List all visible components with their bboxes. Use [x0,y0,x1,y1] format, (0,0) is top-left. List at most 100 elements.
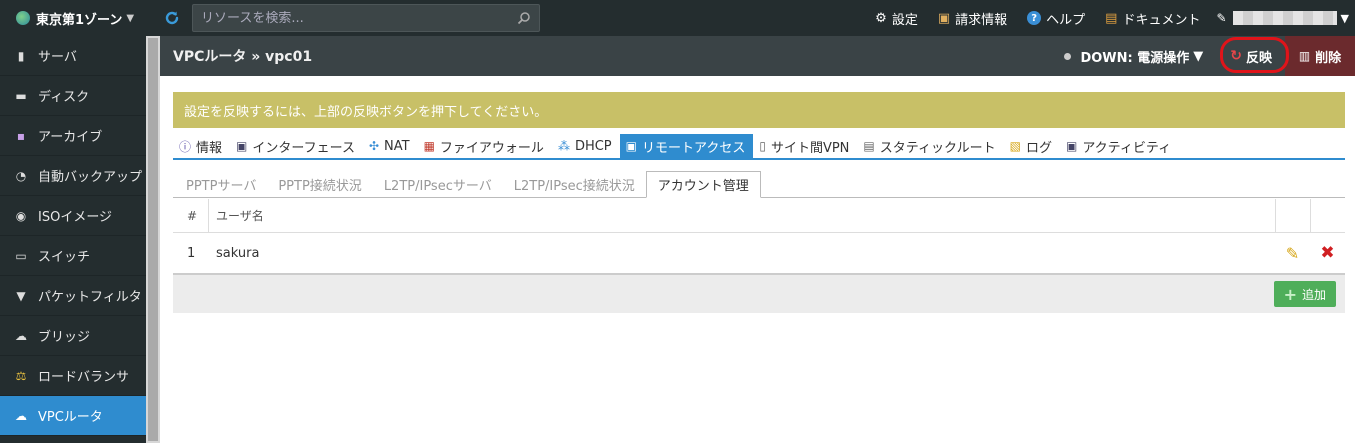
sidebar-scrollbar[interactable] [146,36,160,443]
sidebar-item-label: ディスク [38,90,90,105]
sidebar-item-label: VPCルータ [38,410,103,425]
tab-nat[interactable]: ✣ NAT [363,134,418,158]
sidebar-item-iso[interactable]: ◉ ISOイメージ [0,196,146,236]
subtab-l2tp-server[interactable]: L2TP/IPsecサーバ [373,172,503,197]
help-link[interactable]: ? ヘルプ [1027,9,1085,28]
add-label: 追加 [1301,287,1326,302]
sidebar-item-label: ロードバランサ [38,370,130,385]
remote-access-subtabs: PPTPサーバ PPTP接続状況 L2TP/IPsecサーバ L2TP/IPse… [173,171,1345,198]
tab-activity[interactable]: ▣ アクティビティ [1060,134,1179,158]
settings-link[interactable]: ⚙ 設定 [875,9,918,28]
refresh-button[interactable] [152,10,192,26]
billing-link[interactable]: ▣ 請求情報 [938,9,1007,28]
interface-icon: ▣ [236,139,248,153]
resource-header: VPCルータ » vpc01 DOWN: 電源操作 ▼ ↻ 反映 ▥ 削除 [160,36,1355,76]
vpc-router-icon: ☁ [15,408,27,423]
subtab-account-management[interactable]: アカウント管理 [645,171,761,198]
sidebar: ▮ サーバ ▬ ディスク ▪ アーカイブ ◔ 自動バックアップ ◉ ISOイメージ ▭ スイ… [0,36,146,443]
info-icon: ⓘ [179,139,192,154]
sidebar-item-disk[interactable]: ▬ ディスク [0,76,146,116]
firewall-icon: ▦ [423,139,435,153]
top-links: ⚙ 設定 ▣ 請求情報 ? ヘルプ ▤ ドキュメント ✎ ▼ [855,0,1355,36]
tab-info[interactable]: ⓘ 情報 [173,134,230,158]
tab-label: スタティックルート [879,140,996,156]
pencil-icon: ✎ [1285,243,1300,263]
billing-label: 請求情報 [955,12,1008,28]
main-panel: VPCルータ » vpc01 DOWN: 電源操作 ▼ ↻ 反映 ▥ 削除 設定… [160,36,1355,443]
documents-link[interactable]: ▤ ドキュメント [1105,9,1200,28]
sidebar-item-server[interactable]: ▮ サーバ [0,36,146,76]
tab-interface[interactable]: ▣ インターフェース [230,134,363,158]
tab-log[interactable]: ▧ ログ [1004,134,1060,158]
delete-button[interactable]: ▥ 削除 [1285,36,1355,76]
plus-icon: + [1283,284,1297,304]
user-name-redacted [1232,11,1337,25]
globe-icon [16,11,30,25]
tab-label: ログ [1025,140,1052,156]
refresh-icon [165,11,179,25]
highlight-ring [1220,37,1290,73]
add-account-button[interactable]: + 追加 [1273,281,1336,307]
server-icon: ▮ [17,48,25,63]
scrollbar-thumb[interactable] [148,38,158,441]
tab-firewall[interactable]: ▦ ファイアウォール [418,134,552,158]
search-icon[interactable] [517,11,531,25]
edit-button[interactable]: ✎ [1275,244,1310,263]
status-dot-icon [1064,52,1072,60]
tab-dhcp[interactable]: ⁂ DHCP [552,134,620,158]
zone-selector[interactable]: 東京第1ゾーン ▼ [0,0,152,36]
apply-notice: 設定を反映するには、上部の反映ボタンを押下してください。 [173,92,1345,128]
column-header-delete [1310,198,1345,233]
power-status-label: DOWN: 電源操作 [1080,50,1190,66]
tab-static-route[interactable]: ▤ スタティックルート [857,134,1003,158]
document-icon: ▤ [1105,10,1118,26]
sidebar-item-switch[interactable]: ▭ スイッチ [0,236,146,276]
table-row: 1 sakura ✎ ✖ [173,233,1345,275]
chevron-down-icon: ▼ [126,12,135,24]
sidebar-item-label: アーカイブ [38,130,103,145]
loadbalancer-icon: ⚖ [15,368,27,383]
log-icon: ▧ [1009,139,1021,153]
tab-label: NAT [384,138,410,154]
column-header-edit [1275,198,1310,233]
account-table: # ユーザ名 1 sakura ✎ ✖ + 追加 [173,198,1345,313]
subtab-pptp-status[interactable]: PPTP接続状況 [267,172,372,197]
search-box [192,4,540,32]
tab-label: サイト間VPN [770,140,850,156]
gear-icon: ⚙ [875,10,887,26]
sidebar-item-label: ISOイメージ [38,210,113,225]
sidebar-item-load-balancer[interactable]: ⚖ ロードバランサ [0,356,146,396]
close-icon: ✖ [1320,243,1335,263]
billing-icon: ▣ [937,10,951,26]
backup-icon: ◔ [15,168,27,183]
power-menu[interactable]: DOWN: 電源操作 ▼ [1064,47,1203,66]
feather-icon: ✎ [1216,11,1227,25]
site-vpn-icon: ▯ [759,139,766,153]
nat-icon: ✣ [368,139,380,153]
search-input[interactable] [201,10,517,26]
delete-label: 削除 [1315,50,1342,66]
sidebar-item-vpc-router[interactable]: ☁ VPCルータ [0,396,146,436]
sidebar-item-label: サーバ [38,50,77,65]
user-menu[interactable]: ✎ ▼ [1216,11,1349,25]
sidebar-item-packet-filter[interactable]: ▼ パケットフィルタ [0,276,146,316]
tab-remote-access[interactable]: ▣ リモートアクセス [619,134,754,158]
apply-button[interactable]: ↻ 反映 [1217,36,1290,76]
top-bar: 東京第1ゾーン ▼ ⚙ 設定 ▣ 請求情報 ? ヘルプ ▤ ドキュメント [0,0,1355,36]
tab-label: インターフェース [252,140,355,156]
subtab-l2tp-status[interactable]: L2TP/IPsec接続状況 [503,172,646,197]
column-header-username: ユーザ名 [216,209,264,223]
row-username: sakura [216,245,260,261]
remove-button[interactable]: ✖ [1310,243,1345,263]
resource-tabs: ⓘ 情報 ▣ インターフェース ✣ NAT ▦ ファイアウォール ⁂ DHCP ▣ リモート… [173,134,1345,160]
sidebar-item-bridge[interactable]: ☁ ブリッジ [0,316,146,356]
table-header: # ユーザ名 [173,198,1345,233]
zone-label: 東京第1ゾーン [36,12,123,28]
subtab-pptp-server[interactable]: PPTPサーバ [175,172,267,197]
tab-site-vpn[interactable]: ▯ サイト間VPN [753,134,857,158]
documents-label: ドキュメント [1122,12,1201,28]
sidebar-item-archive[interactable]: ▪ アーカイブ [0,116,146,156]
sidebar-item-auto-backup[interactable]: ◔ 自動バックアップ [0,156,146,196]
dhcp-icon: ⁂ [557,139,570,153]
tab-label: リモートアクセス [641,140,746,156]
